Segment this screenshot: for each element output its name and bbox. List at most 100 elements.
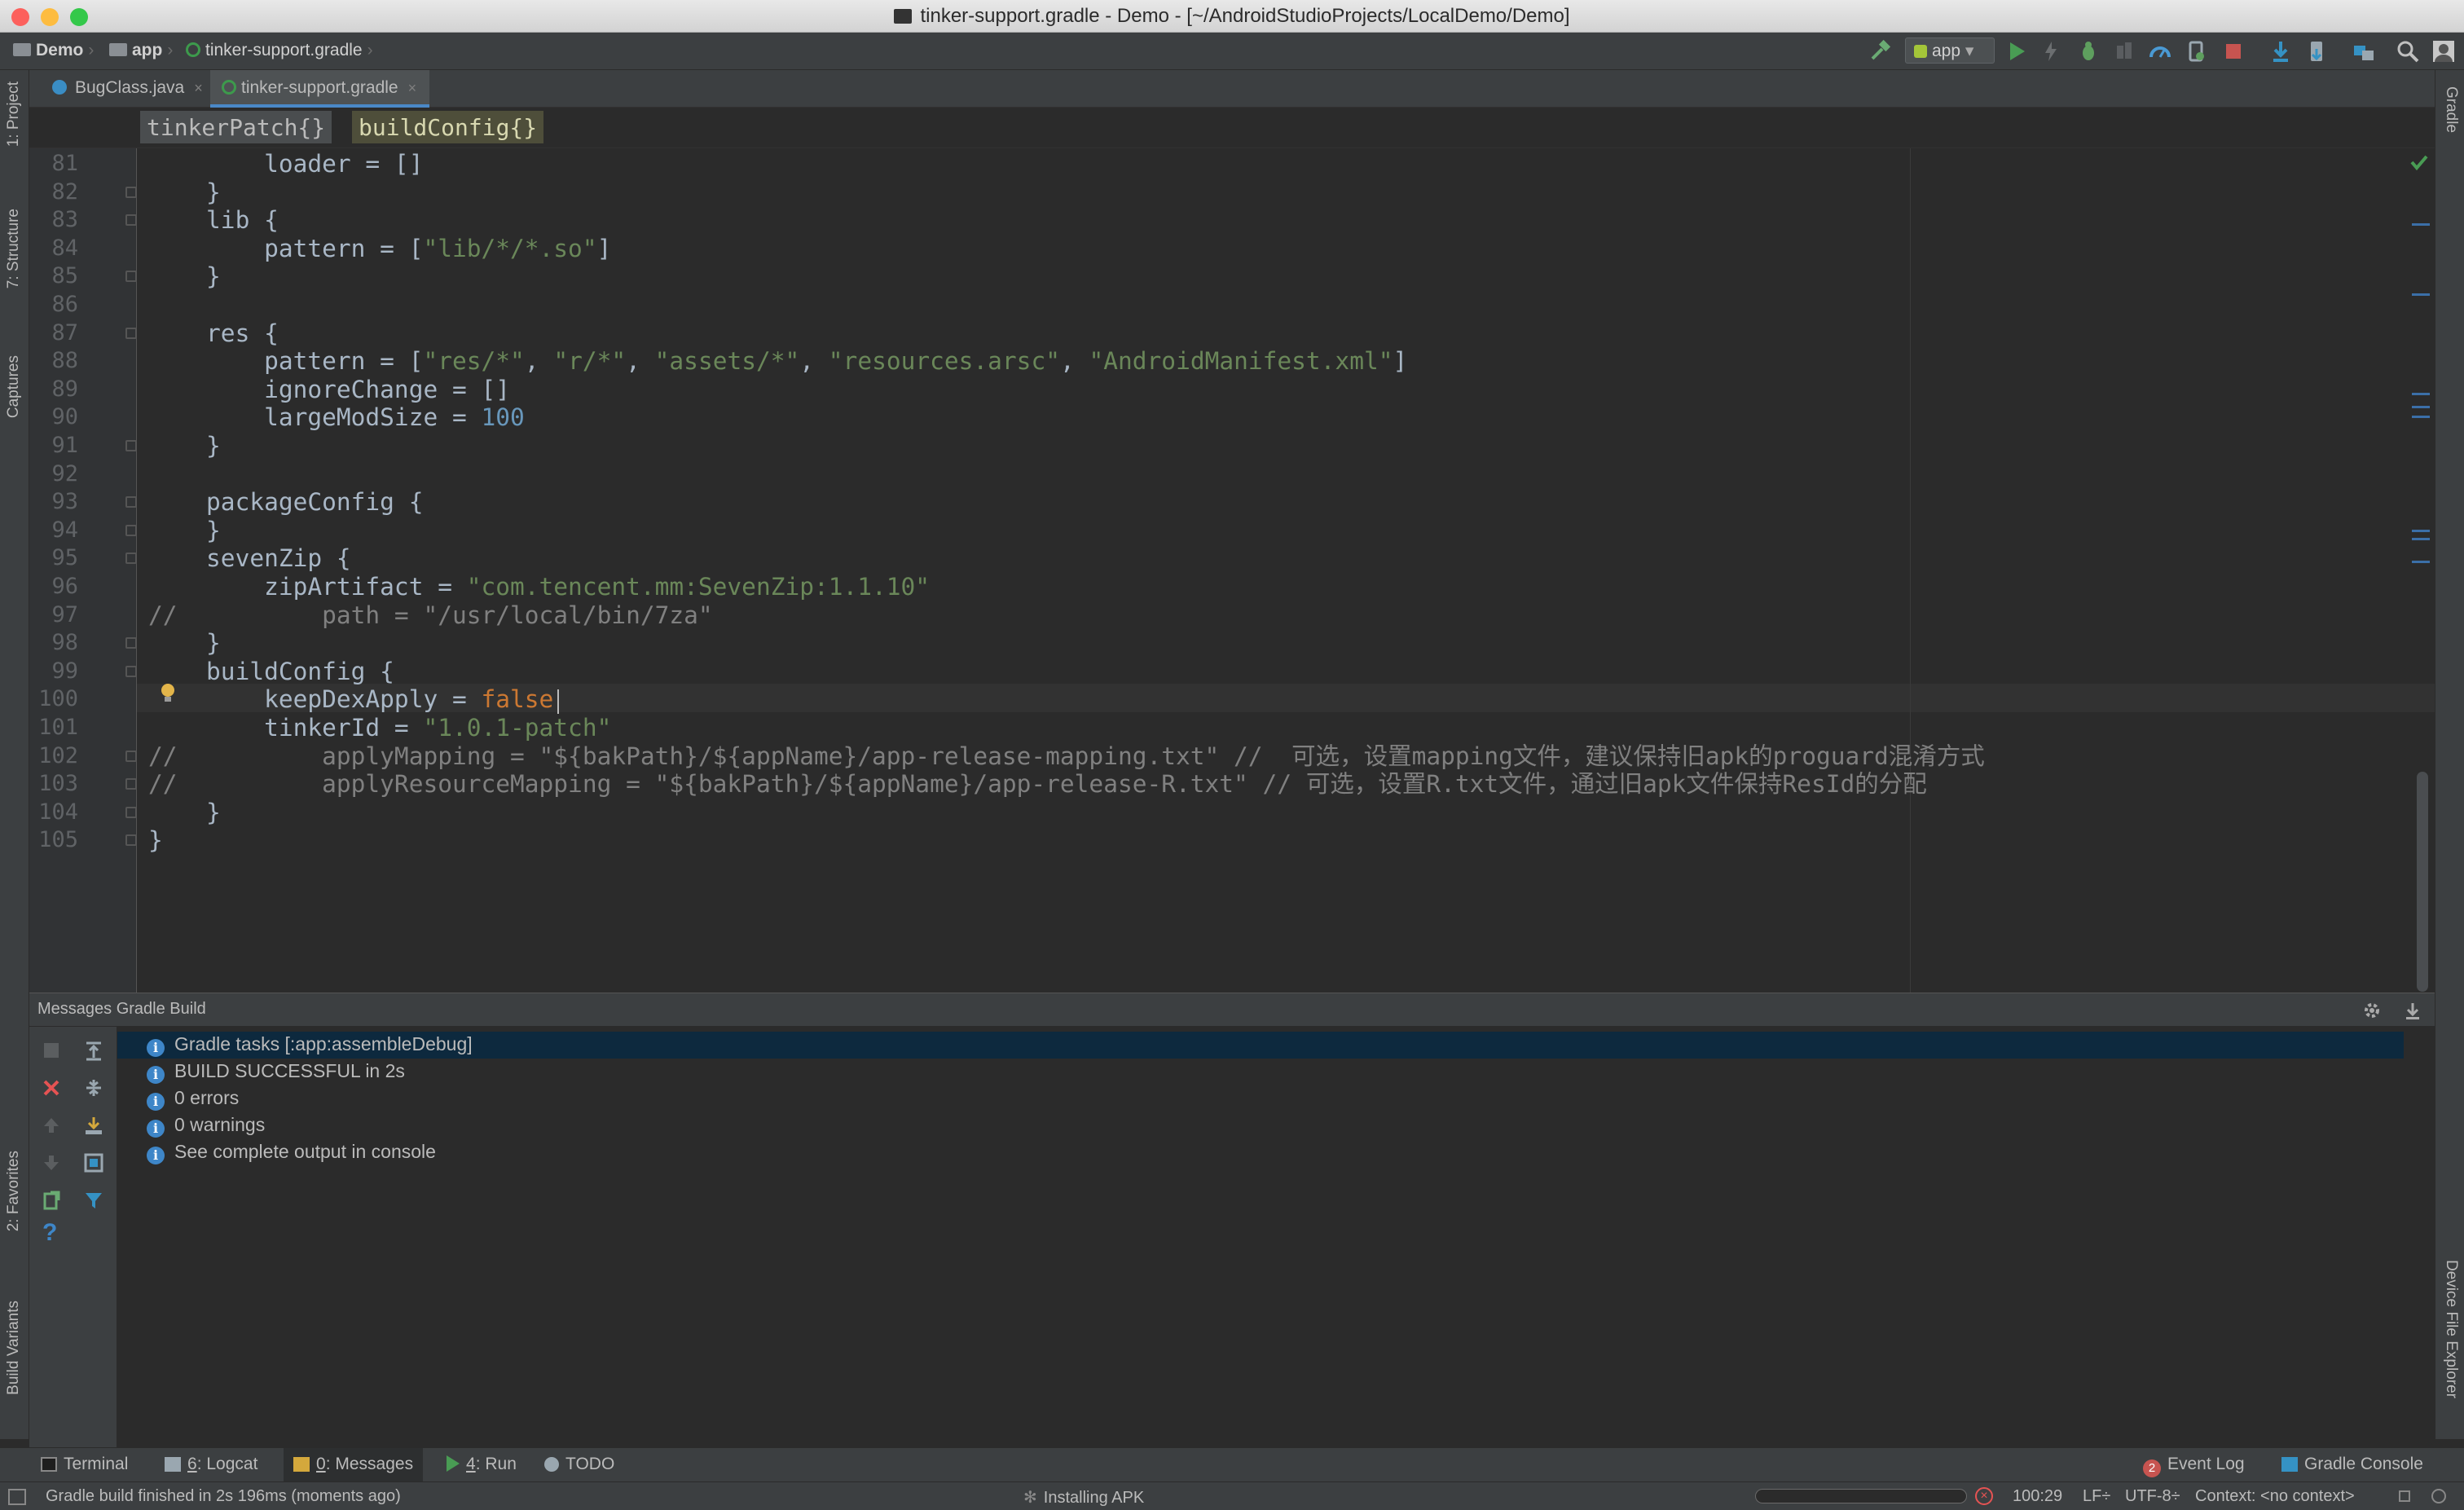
tool-structure[interactable]: 7: Structure <box>5 209 23 288</box>
coverage-icon[interactable] <box>2112 39 2136 64</box>
line-number[interactable]: 105 <box>29 826 78 855</box>
code-line[interactable]: // applyResourceMapping = "${bakPath}/${… <box>148 770 1927 799</box>
line-number[interactable]: 98 <box>29 629 78 658</box>
apply-changes-icon[interactable] <box>2039 39 2063 64</box>
fold-marker[interactable] <box>125 327 137 339</box>
fold-marker[interactable] <box>125 440 137 451</box>
code-editor[interactable]: 81 82 83 84 85 86 87 88 89 90 91 92 93 94 95 96 97 98 99 10… <box>29 148 2435 993</box>
line-number[interactable]: 93 <box>29 488 78 517</box>
crumb-file[interactable]: tinker-support.gradle › <box>186 41 373 60</box>
search-icon[interactable] <box>2396 39 2420 64</box>
tab-bugclass-java[interactable]: BugClass.java × <box>41 70 216 108</box>
code-line[interactable]: } <box>148 262 221 291</box>
code-line[interactable]: pattern = ["res/*", "r/*", "assets/*", "… <box>148 347 1407 376</box>
line-number[interactable]: 86 <box>29 291 78 319</box>
code-line[interactable]: // applyMapping = "${bakPath}/${appName}… <box>148 742 1985 771</box>
code-line[interactable]: } <box>148 826 163 855</box>
tool-gradle[interactable]: Gradle <box>2442 86 2460 133</box>
tool-project[interactable]: 1: Project <box>5 81 23 147</box>
code-line[interactable]: largeModSize = 100 <box>148 403 525 432</box>
collapse-all-icon[interactable] <box>83 1077 104 1098</box>
line-number[interactable]: 103 <box>29 770 78 799</box>
fold-marker[interactable] <box>125 496 137 508</box>
line-number[interactable]: 85 <box>29 262 78 291</box>
line-number[interactable]: 90 <box>29 403 78 432</box>
message-row[interactable]: i 0 errors <box>147 1085 2433 1112</box>
line-number[interactable]: 96 <box>29 573 78 601</box>
line-number[interactable]: 81 <box>29 150 78 178</box>
message-row[interactable]: i Gradle tasks [:app:assembleDebug] <box>117 1032 2404 1059</box>
code-line[interactable]: } <box>148 799 221 827</box>
hide-panel-icon[interactable] <box>2402 1000 2423 1021</box>
tab-tinker-support-gradle[interactable]: tinker-support.gradle × <box>210 70 430 108</box>
code-line[interactable]: keepDexApply = false <box>148 685 553 714</box>
crumb-project[interactable]: Demo › <box>13 41 94 60</box>
line-number[interactable]: 84 <box>29 235 78 263</box>
cancel-progress-icon[interactable]: × <box>1975 1487 1993 1505</box>
line-number[interactable]: 88 <box>29 347 78 376</box>
user-icon[interactable] <box>2431 39 2456 64</box>
autoscroll-icon[interactable] <box>83 1152 104 1173</box>
tool-messages[interactable]: 0: Messages <box>284 1448 424 1482</box>
sync-gradle-icon[interactable] <box>2268 39 2293 64</box>
tool-device-file-explorer[interactable]: Device File Explorer <box>2442 1260 2460 1398</box>
tool-run[interactable]: 4: Run <box>447 1455 517 1474</box>
tool-todo[interactable]: TODO <box>544 1455 614 1474</box>
run-config-select[interactable]: app ▾ <box>1905 37 1995 64</box>
caret-position[interactable]: 100:29 <box>2013 1487 2062 1506</box>
fold-marker[interactable] <box>125 665 137 677</box>
avd-manager-icon[interactable] <box>2304 39 2329 64</box>
close-icon[interactable]: × <box>408 80 417 96</box>
code-line[interactable]: // path = "/usr/local/bin/7za" <box>148 601 713 630</box>
code-line[interactable]: tinkerId = "1.0.1-patch" <box>148 714 611 742</box>
file-encoding[interactable]: UTF-8÷ <box>2125 1487 2180 1506</box>
line-number[interactable]: 87 <box>29 319 78 348</box>
fold-marker[interactable] <box>125 552 137 565</box>
line-number[interactable]: 104 <box>29 799 78 827</box>
lock-icon[interactable] <box>2399 1490 2410 1502</box>
code-line[interactable]: loader = [] <box>148 150 423 178</box>
line-separator[interactable]: LF÷ <box>2083 1487 2110 1506</box>
code-line[interactable]: lib { <box>148 206 279 235</box>
previous-message-icon[interactable] <box>41 1115 62 1136</box>
fold-marker[interactable] <box>125 186 137 198</box>
line-number[interactable]: 94 <box>29 517 78 545</box>
line-number[interactable]: 95 <box>29 544 78 573</box>
lightbulb-icon[interactable] <box>158 681 178 706</box>
line-number[interactable]: 89 <box>29 376 78 404</box>
code-line[interactable]: packageConfig { <box>148 488 423 517</box>
tool-build-variants[interactable]: Build Variants <box>5 1301 23 1395</box>
fold-marker[interactable] <box>125 214 137 227</box>
next-message-icon[interactable] <box>41 1152 62 1173</box>
stop-icon[interactable] <box>2221 39 2246 64</box>
tool-gradle-console[interactable]: Gradle Console <box>2281 1455 2423 1474</box>
build-hammer-icon[interactable] <box>1868 39 1892 64</box>
toggle-tool-windows-icon[interactable] <box>8 1489 26 1505</box>
context-indicator[interactable]: Context: <no context> <box>2195 1487 2355 1506</box>
attach-debugger-icon[interactable] <box>2184 39 2208 64</box>
project-structure-icon[interactable] <box>2352 39 2376 64</box>
tool-captures[interactable]: Captures <box>5 355 23 418</box>
tool-event-log[interactable]: 2 Event Log <box>2143 1455 2245 1477</box>
message-row[interactable]: i 0 warnings <box>147 1112 2433 1139</box>
code-line[interactable]: } <box>148 629 221 658</box>
debug-icon[interactable] <box>2076 39 2101 64</box>
line-number[interactable]: 99 <box>29 658 78 686</box>
line-number[interactable]: 97 <box>29 601 78 630</box>
line-number[interactable]: 82 <box>29 178 78 207</box>
breadcrumb-tinkerpatch[interactable]: tinkerPatch{} <box>140 111 332 143</box>
close-icon[interactable] <box>41 1077 62 1098</box>
code-line[interactable]: } <box>148 432 221 460</box>
code-line[interactable]: } <box>148 517 221 545</box>
export-icon[interactable] <box>83 1115 104 1136</box>
message-row[interactable]: i BUILD SUCCESSFUL in 2s <box>147 1059 2433 1085</box>
code-line[interactable]: buildConfig { <box>148 658 394 686</box>
tool-logcat[interactable]: 6: Logcat <box>165 1455 257 1474</box>
help-icon[interactable]: ? <box>42 1219 57 1247</box>
fold-marker[interactable] <box>125 524 137 536</box>
fold-marker[interactable] <box>125 834 137 847</box>
fold-marker[interactable] <box>125 271 137 283</box>
fold-marker[interactable] <box>125 806 137 818</box>
code-line[interactable]: zipArtifact = "com.tencent.mm:SevenZip:1… <box>148 573 930 601</box>
tool-favorites[interactable]: 2: Favorites <box>5 1151 23 1231</box>
